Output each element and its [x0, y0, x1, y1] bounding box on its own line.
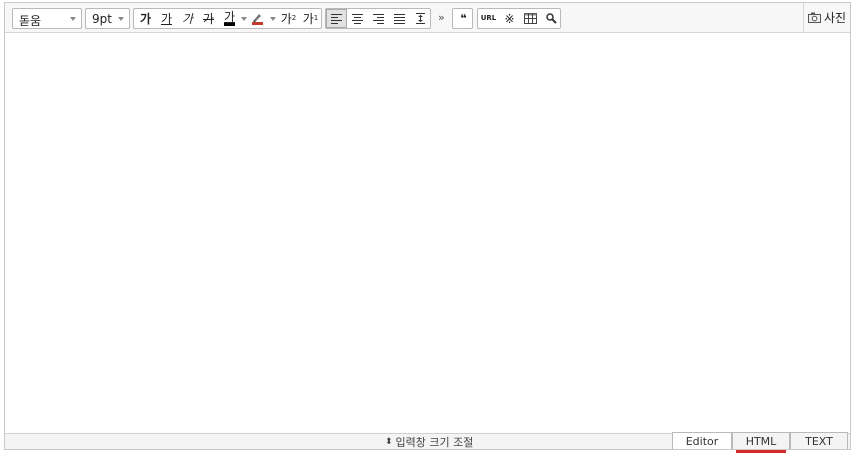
resize-handle[interactable]: ⬍ 입력창 크기 조절 [385, 434, 473, 449]
table-button[interactable] [520, 9, 541, 28]
special-char-icon: ※ [504, 11, 515, 26]
font-color-label: 가 [223, 10, 236, 26]
bold-button[interactable]: 가 [135, 9, 156, 28]
alignment-group [325, 8, 431, 29]
underline-button[interactable]: 가 [156, 9, 177, 28]
tab-html-label: HTML [745, 434, 777, 448]
photo-button[interactable]: 사진 [803, 3, 850, 32]
mode-tabs: Editor HTML TEXT [672, 432, 848, 453]
chevron-down-icon [70, 17, 76, 21]
tab-editor-label: Editor [685, 434, 719, 448]
italic-button[interactable]: 가 [177, 9, 198, 28]
font-size-value: 9pt [92, 12, 112, 26]
align-right-button[interactable] [368, 9, 389, 28]
url-label: URL [480, 14, 497, 22]
align-left-button[interactable] [326, 9, 347, 28]
font-family-value: 돋움 [19, 14, 42, 28]
highlight-color-button[interactable] [247, 9, 268, 28]
align-left-icon [331, 13, 342, 24]
font-color-button[interactable]: 가 [219, 9, 240, 28]
align-center-button[interactable] [347, 9, 368, 28]
more-tools-button[interactable]: » [438, 11, 445, 24]
resize-label: 입력창 크기 조절 [395, 435, 474, 449]
chevron-down-icon [118, 17, 124, 21]
highlighter-icon [252, 14, 263, 25]
url-button[interactable]: URL [478, 9, 499, 28]
align-right-icon [373, 13, 384, 24]
special-char-button[interactable]: ※ [499, 9, 520, 28]
font-size-select[interactable]: 9pt [85, 8, 130, 29]
align-center-icon [352, 13, 363, 24]
superscript-button[interactable]: 가2 [278, 9, 299, 28]
tab-text-label: TEXT [805, 434, 833, 448]
superscript-label: 가 [280, 11, 292, 26]
photo-label: 사진 [823, 11, 847, 25]
find-button[interactable] [541, 9, 562, 28]
resize-arrows-icon: ⬍ [385, 436, 393, 447]
italic-label: 가 [181, 11, 194, 26]
line-height-button[interactable] [410, 9, 431, 28]
toolbar: 돋움 9pt 가 가 가 가 가 가 2 가 1 » ❝ URL ※ 사진 [5, 3, 850, 33]
tab-active-indicator [736, 450, 786, 453]
search-icon [546, 13, 557, 24]
tab-text[interactable]: TEXT [790, 432, 848, 449]
align-justify-icon [394, 13, 405, 24]
align-justify-button[interactable] [389, 9, 410, 28]
subscript-button[interactable]: 가1 [300, 9, 321, 28]
editor-content-area[interactable] [5, 33, 850, 433]
subscript-label: 가 [302, 11, 314, 26]
quote-icon: ❝ [460, 12, 467, 25]
quote-button[interactable]: ❝ [453, 9, 474, 28]
editor-frame: 돋움 9pt 가 가 가 가 가 가 2 가 1 » ❝ URL ※ 사진 ⬍ … [4, 2, 851, 453]
bold-label: 가 [139, 11, 152, 26]
highlight-dropdown-icon[interactable] [270, 17, 276, 21]
text-format-group: 가 가 가 가 가 가 2 가 1 [133, 8, 322, 29]
superscript-mark-icon: 2 [291, 14, 297, 22]
line-height-icon [416, 13, 425, 24]
quote-group: ❝ [452, 8, 473, 29]
tab-html[interactable]: HTML [732, 432, 790, 453]
strikethrough-label: 가 [202, 11, 215, 26]
subscript-mark-icon: 1 [313, 14, 319, 22]
table-icon [524, 13, 537, 24]
font-family-select[interactable]: 돋움 [12, 8, 82, 29]
editor-bottom-bar: ⬍ 입력창 크기 조절 Editor HTML TEXT [5, 432, 850, 453]
insert-group: URL ※ [477, 8, 561, 29]
underline-label: 가 [160, 11, 173, 26]
camera-icon [807, 12, 821, 23]
tab-editor[interactable]: Editor [672, 432, 732, 449]
strikethrough-button[interactable]: 가 [198, 9, 219, 28]
